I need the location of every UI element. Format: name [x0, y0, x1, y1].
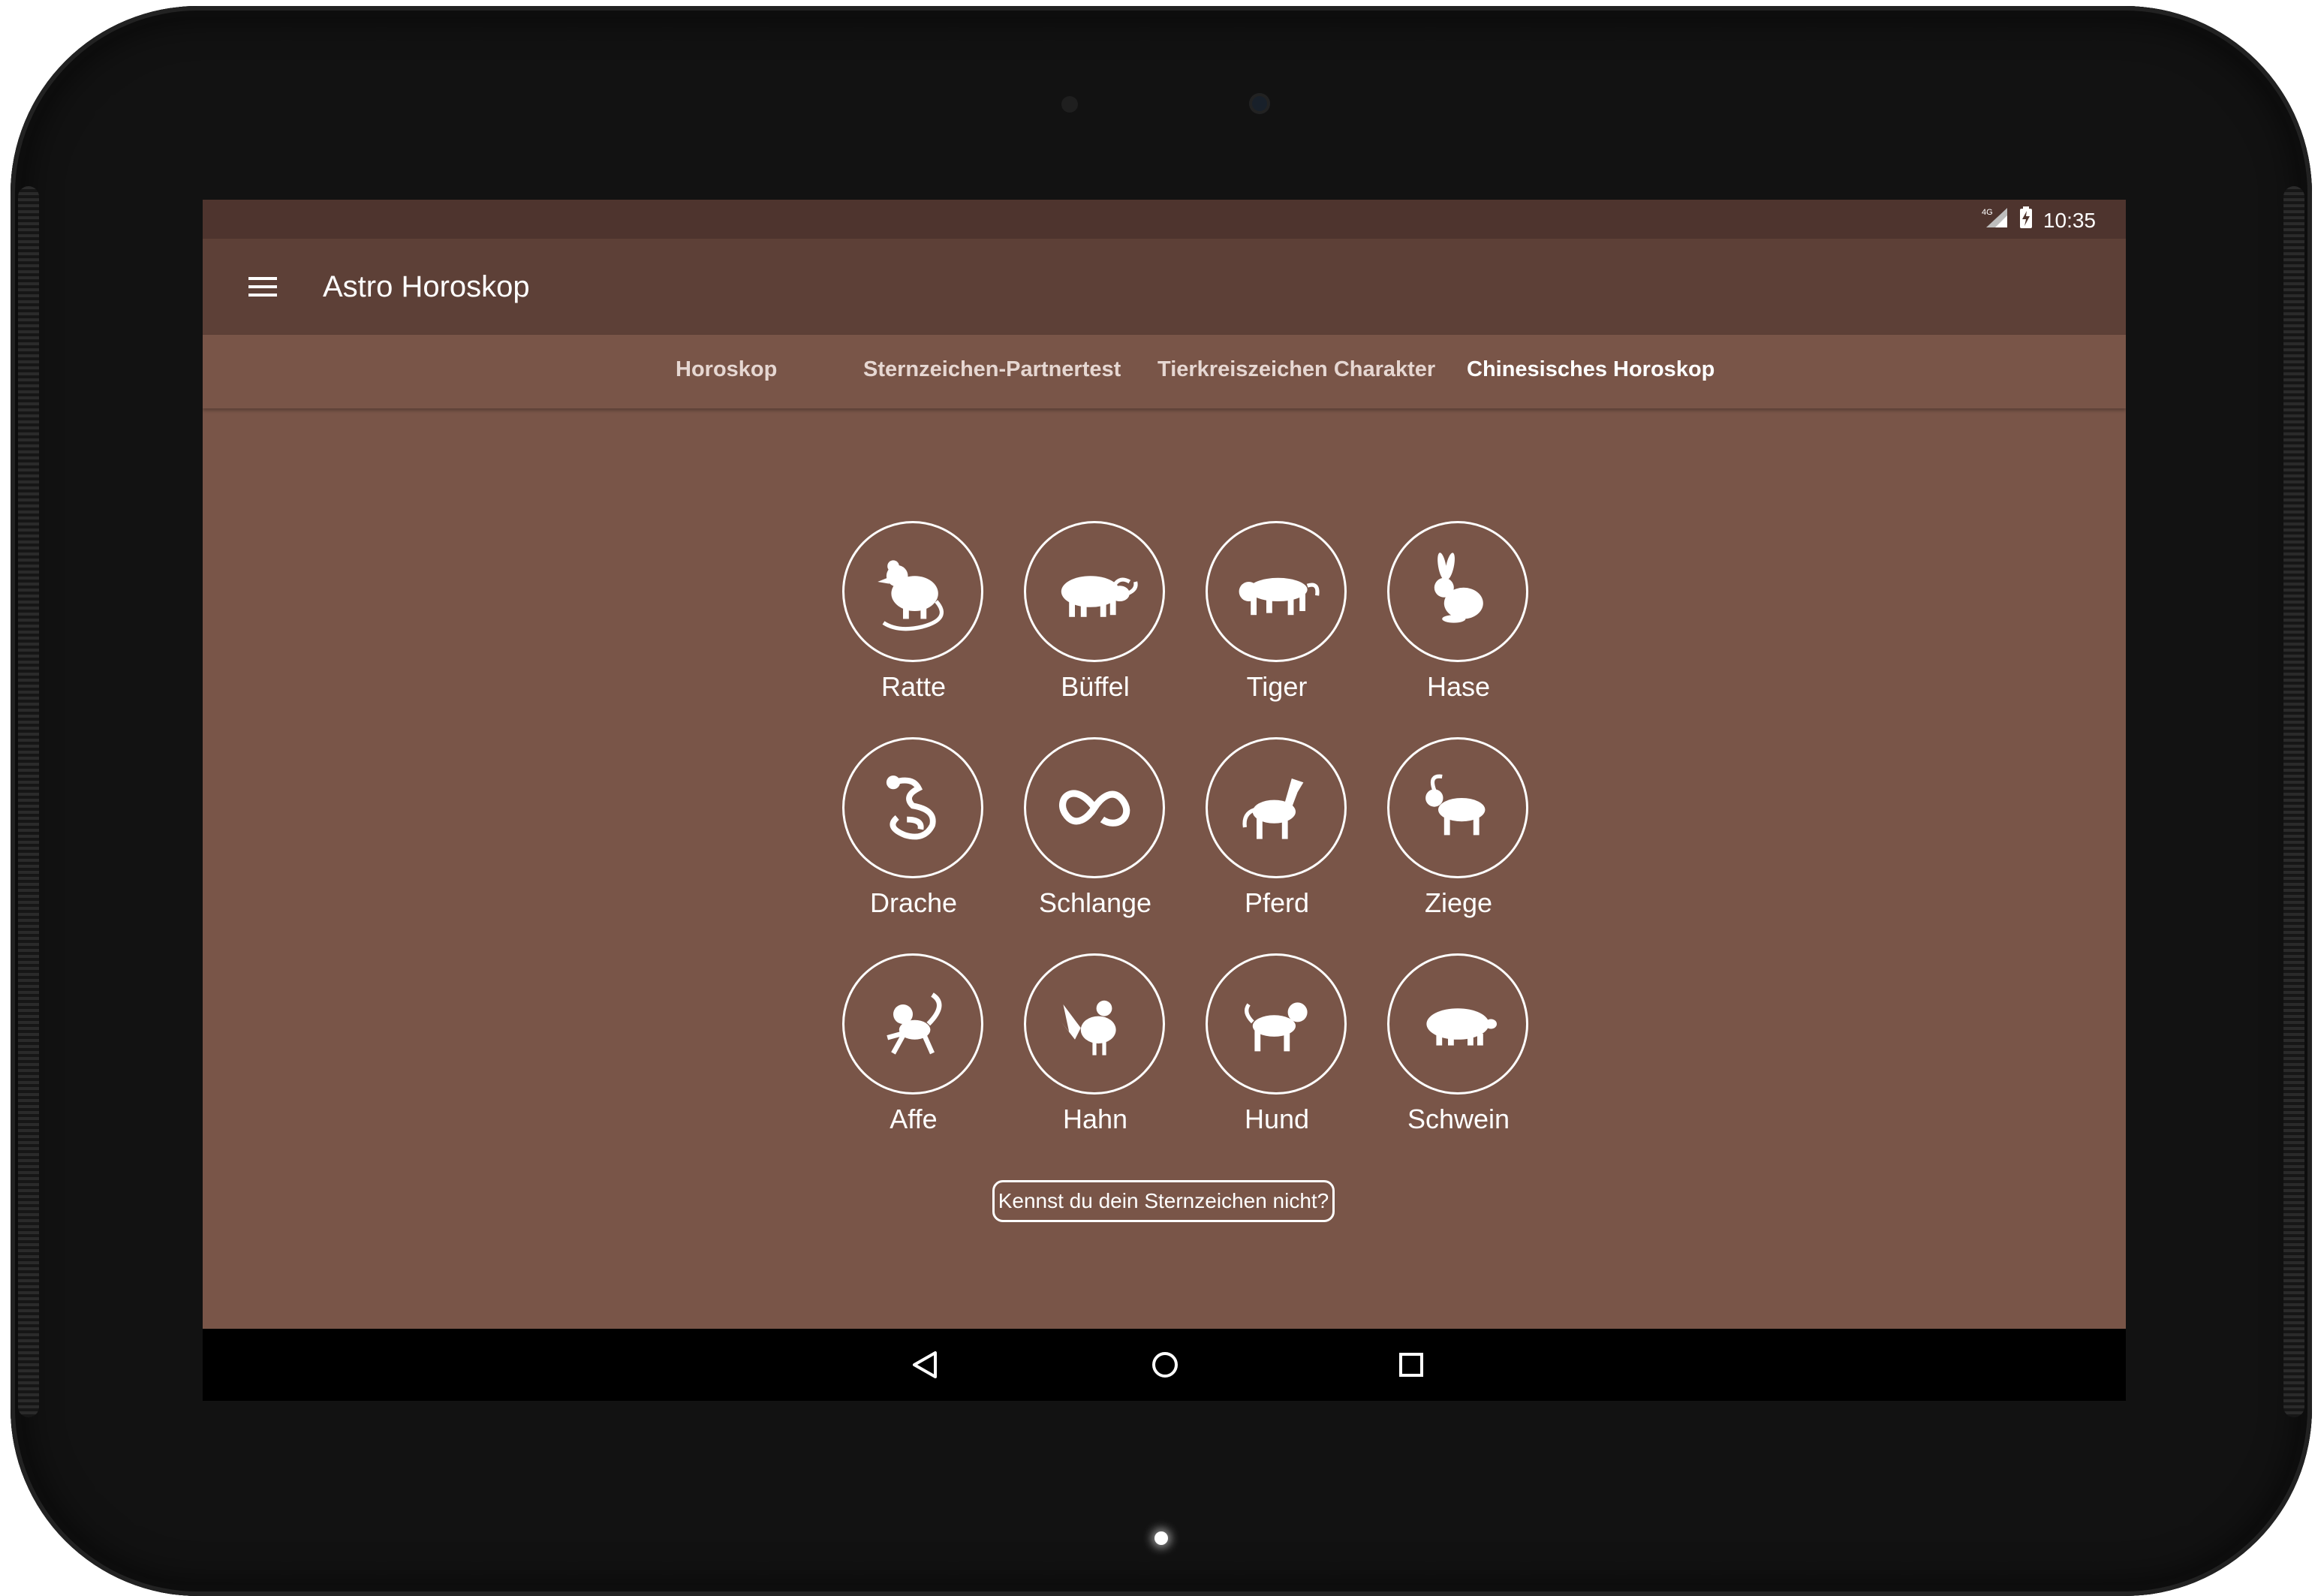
tab-bar: Horoskop Sternzeichen-Partnertest Tierkr…: [203, 335, 2126, 408]
sign-label: Drache: [869, 887, 958, 918]
svg-text:4G: 4G: [1982, 208, 1993, 217]
sign-tiger[interactable]: Tiger: [1187, 521, 1367, 731]
dragon-icon: [842, 737, 983, 878]
sign-dragon[interactable]: Drache: [823, 737, 1004, 947]
status-bar: 4G 10:35: [203, 200, 2126, 239]
sign-snake[interactable]: Schlange: [1005, 737, 1185, 947]
sign-label: Ratte: [881, 671, 947, 702]
dog-icon: [1206, 953, 1347, 1095]
notification-led: [1154, 1531, 1168, 1545]
speaker-grille-left: [18, 186, 39, 1417]
pig-icon: [1387, 953, 1528, 1095]
sign-pig[interactable]: Schwein: [1368, 953, 1549, 1164]
sign-rabbit[interactable]: Hase: [1368, 521, 1549, 731]
sign-label: Hase: [1426, 671, 1491, 702]
sign-label: Hahn: [1062, 1104, 1128, 1134]
sign-rat[interactable]: Ratte: [823, 521, 1004, 731]
buffalo-icon: [1024, 521, 1165, 662]
battery-charging-icon: [2019, 206, 2033, 234]
sign-label: Affe: [890, 1104, 938, 1134]
back-icon[interactable]: [910, 1350, 940, 1380]
sign-rooster[interactable]: Hahn: [1005, 953, 1185, 1164]
sign-label: Schlange: [1038, 887, 1152, 918]
tab-chinesisches-horoskop[interactable]: Chinesisches Horoskop: [1467, 357, 1714, 382]
goat-icon: [1387, 737, 1528, 878]
recents-icon[interactable]: [1396, 1350, 1426, 1380]
sign-goat[interactable]: Ziege: [1368, 737, 1549, 947]
sign-dog[interactable]: Hund: [1187, 953, 1367, 1164]
rat-icon: [842, 521, 983, 662]
sign-horse[interactable]: Pferd: [1187, 737, 1367, 947]
sign-buffalo[interactable]: Büffel: [1005, 521, 1185, 731]
system-nav-bar: [203, 1329, 2126, 1401]
horse-icon: [1206, 737, 1347, 878]
app-toolbar: Astro Horoskop: [203, 239, 2126, 335]
status-time: 10:35: [2043, 208, 2096, 232]
screen: 4G 10:35 Astro Horoskop Horoskop Sternze…: [203, 200, 2126, 1401]
sign-label: Ziege: [1424, 887, 1493, 918]
sign-label: Tiger: [1246, 671, 1308, 702]
monkey-icon: [842, 953, 983, 1095]
light-sensor: [1061, 96, 1078, 113]
sign-label: Hund: [1244, 1104, 1310, 1134]
tab-partnertest[interactable]: Sternzeichen-Partnertest: [863, 357, 1121, 382]
front-camera: [1249, 93, 1270, 114]
find-sign-button[interactable]: Kennst du dein Sternzeichen nicht?: [992, 1180, 1335, 1222]
snake-icon: [1024, 737, 1165, 878]
sign-monkey[interactable]: Affe: [823, 953, 1004, 1164]
sign-label: Pferd: [1244, 887, 1310, 918]
speaker-grille-right: [2283, 186, 2304, 1417]
chinese-zodiac-grid: Ratte Büffel Tiger Hase Drache Schlange …: [823, 521, 1552, 1159]
tab-charakter[interactable]: Tierkreiszeichen Charakter: [1157, 357, 1435, 382]
tab-horoskop[interactable]: Horoskop: [676, 357, 777, 382]
rooster-icon: [1024, 953, 1165, 1095]
app-title: Astro Horoskop: [323, 270, 530, 303]
sign-label: Schwein: [1407, 1104, 1510, 1134]
menu-icon[interactable]: [240, 264, 285, 309]
sign-label: Büffel: [1061, 671, 1130, 702]
signal-icon: 4G: [1982, 206, 2009, 234]
home-icon[interactable]: [1150, 1350, 1180, 1380]
rabbit-icon: [1387, 521, 1528, 662]
tiger-icon: [1206, 521, 1347, 662]
